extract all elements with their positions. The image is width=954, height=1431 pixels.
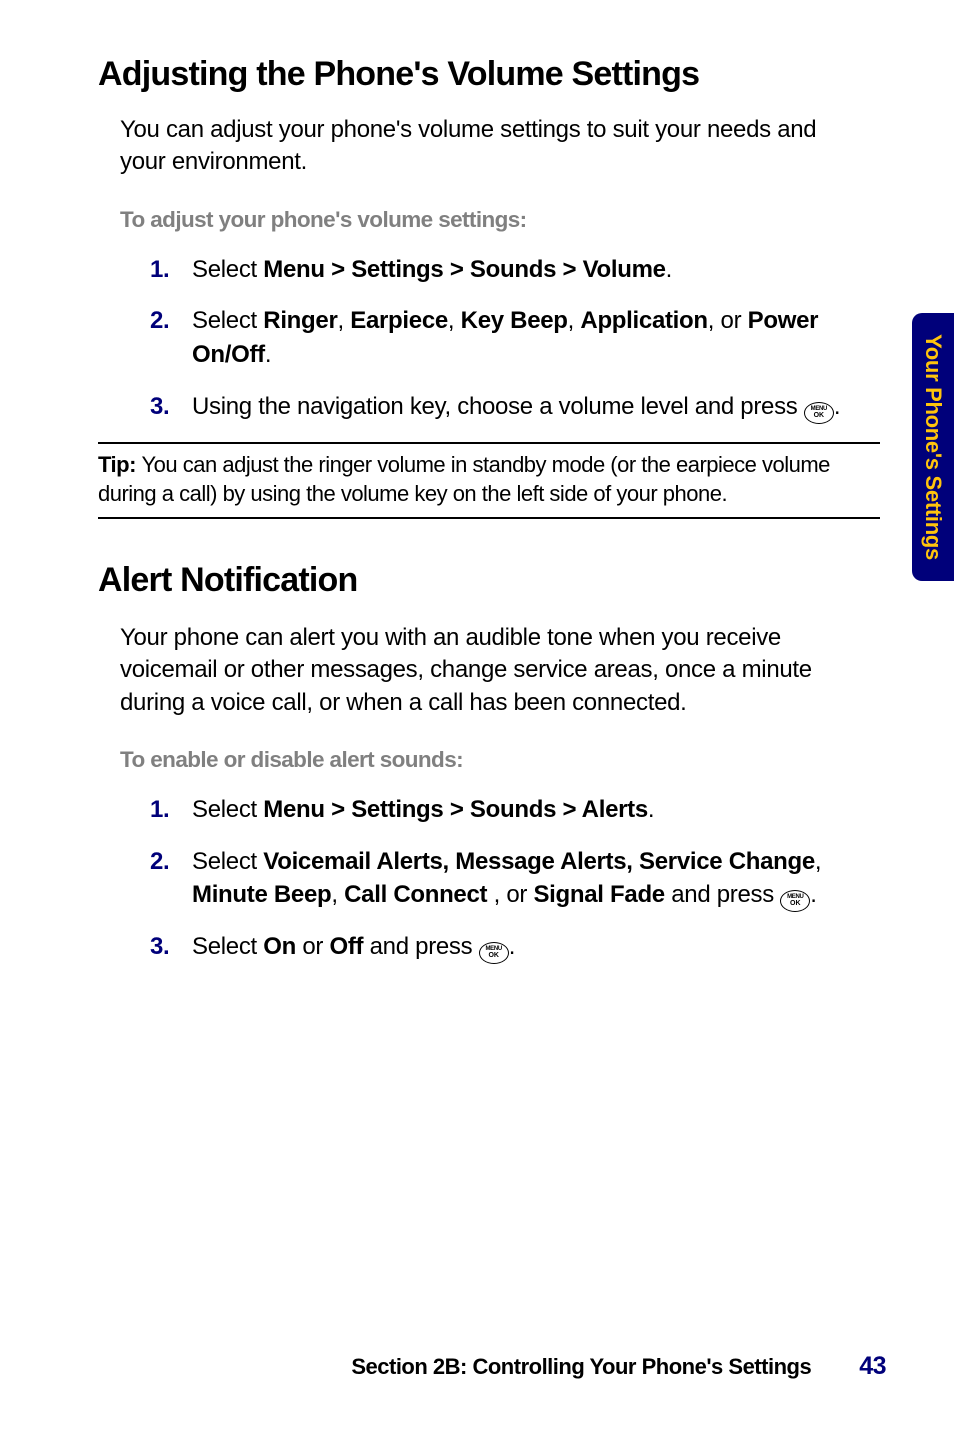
- list-item: 2. Select Voicemail Alerts, Message Aler…: [150, 845, 856, 913]
- option: Voicemail Alerts, Message Alerts, Servic…: [263, 848, 815, 875]
- option: Ringer: [263, 307, 337, 334]
- menu-path: Menu > Settings > Sounds > Volume: [263, 256, 665, 283]
- text: and press: [665, 881, 780, 908]
- text: .: [666, 256, 672, 283]
- text: .: [509, 933, 515, 960]
- option: Minute Beep: [192, 881, 331, 908]
- menu-ok-icon: [804, 402, 834, 424]
- text: ,: [331, 881, 344, 908]
- list-item: 1. Select Menu > Settings > Sounds > Vol…: [150, 253, 856, 287]
- steps-volume: 1. Select Menu > Settings > Sounds > Vol…: [150, 253, 886, 424]
- text: ,: [568, 307, 581, 334]
- option: Off: [330, 933, 364, 960]
- text: Select: [192, 848, 263, 875]
- step-body: Select Menu > Settings > Sounds > Alerts…: [192, 793, 856, 827]
- page-footer: Section 2B: Controlling Your Phone's Set…: [0, 1352, 954, 1381]
- heading-alert: Alert Notification: [98, 561, 886, 600]
- text: , or: [487, 881, 533, 908]
- text: or: [296, 933, 329, 960]
- section-alert-notification: Alert Notification Your phone can alert …: [98, 561, 886, 964]
- tip-text: You can adjust the ringer volume in stan…: [98, 452, 830, 507]
- list-item: 3. Select On or Off and press .: [150, 930, 856, 964]
- steps-alert: 1. Select Menu > Settings > Sounds > Ale…: [150, 793, 886, 964]
- text: .: [834, 393, 840, 420]
- section-volume-settings: Adjusting the Phone's Volume Settings Yo…: [98, 55, 886, 424]
- menu-ok-icon: [780, 890, 810, 912]
- text: Select: [192, 307, 263, 334]
- text: and press: [363, 933, 478, 960]
- list-item: 3. Using the navigation key, choose a vo…: [150, 390, 856, 424]
- text: Select: [192, 256, 263, 283]
- option: Signal Fade: [533, 881, 664, 908]
- option: Key Beep: [461, 307, 568, 334]
- option: Earpiece: [350, 307, 448, 334]
- text: Select: [192, 796, 263, 823]
- text: ,: [338, 307, 351, 334]
- step-marker: 2.: [150, 845, 192, 913]
- step-body: Select Voicemail Alerts, Message Alerts,…: [192, 845, 856, 913]
- step-body: Select On or Off and press .: [192, 930, 856, 964]
- side-tab-label: Your Phone's Settings: [920, 334, 946, 560]
- footer-section-label: Section 2B: Controlling Your Phone's Set…: [351, 1354, 811, 1380]
- intro-volume: You can adjust your phone's volume setti…: [120, 114, 886, 179]
- text: Using the navigation key, choose a volum…: [192, 393, 804, 420]
- subhead-volume: To adjust your phone's volume settings:: [120, 207, 886, 233]
- subhead-alert: To enable or disable alert sounds:: [120, 747, 886, 773]
- step-body: Select Ringer, Earpiece, Key Beep, Appli…: [192, 304, 856, 371]
- text: .: [648, 796, 654, 823]
- menu-ok-icon: [479, 942, 509, 964]
- text: , or: [708, 307, 748, 334]
- step-marker: 2.: [150, 304, 192, 371]
- step-marker: 3.: [150, 390, 192, 424]
- menu-path: Menu > Settings > Sounds > Alerts: [263, 796, 648, 823]
- page-content: Adjusting the Phone's Volume Settings Yo…: [0, 0, 954, 964]
- text: .: [265, 341, 271, 368]
- step-marker: 1.: [150, 253, 192, 287]
- option: Application: [580, 307, 707, 334]
- side-tab: Your Phone's Settings: [912, 313, 954, 581]
- option: Call Connect: [344, 881, 487, 908]
- step-marker: 3.: [150, 930, 192, 964]
- tip-block: Tip: You can adjust the ringer volume in…: [98, 442, 880, 519]
- step-body: Select Menu > Settings > Sounds > Volume…: [192, 253, 856, 287]
- intro-alert: Your phone can alert you with an audible…: [120, 622, 886, 719]
- text: ,: [815, 848, 821, 875]
- option: On: [263, 933, 296, 960]
- tip-label: Tip:: [98, 452, 142, 477]
- text: Select: [192, 933, 263, 960]
- step-body: Using the navigation key, choose a volum…: [192, 390, 856, 424]
- heading-volume: Adjusting the Phone's Volume Settings: [98, 55, 886, 94]
- page-number: 43: [859, 1352, 886, 1381]
- text: ,: [448, 307, 461, 334]
- text: .: [810, 881, 816, 908]
- step-marker: 1.: [150, 793, 192, 827]
- list-item: 2. Select Ringer, Earpiece, Key Beep, Ap…: [150, 304, 856, 371]
- list-item: 1. Select Menu > Settings > Sounds > Ale…: [150, 793, 856, 827]
